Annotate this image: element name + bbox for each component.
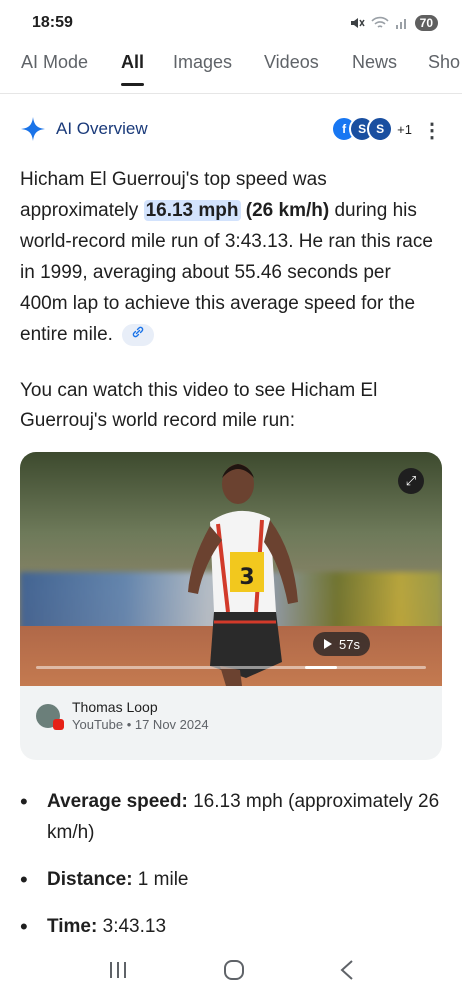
tab-all[interactable]: All [121,52,145,86]
answer-kmh: (26 km/h) [245,200,330,221]
channel-name: Thomas Loop [72,699,158,715]
tab-images[interactable]: Images [173,52,232,73]
link-icon [132,326,144,338]
video-progress-bar[interactable] [36,666,426,669]
summary-list: Average speed: 16.13 mph (approximately … [20,786,440,958]
tab-active-indicator [121,83,145,86]
video-card[interactable]: 3 ⤢ 57s Thomas Loop YouTube • 17 Nov 202… [20,452,442,760]
status-bar: 18:59 70 [0,0,462,46]
youtube-icon [53,719,64,730]
ai-overview-title: AI Overview [56,119,148,138]
play-icon [324,639,333,649]
sources-button[interactable]: f S S +1 [331,116,412,142]
sources-count: +1 [397,121,412,137]
source-link-button[interactable] [122,323,155,346]
ai-overview-header: AI Overview f S S +1 ⋮ [20,112,442,146]
list-item: Distance: 1 mile [20,864,440,895]
list-item: Time: 3:43.13 [20,911,440,942]
recent-apps-icon[interactable] [107,960,129,980]
signal-icon [395,19,406,29]
runner-figure: 3 [188,464,298,686]
more-options-icon[interactable]: ⋮ [422,118,442,143]
tab-news[interactable]: News [352,52,397,73]
battery-indicator: 70 [414,15,438,31]
play-button[interactable]: 57s [313,632,370,656]
list-item: Average speed: 16.13 mph (approximately … [20,786,440,848]
bib-number: 3 [239,565,254,590]
video-duration: 57s [339,636,360,652]
sparkle-icon [21,117,45,141]
tab-ai-mode[interactable]: AI Mode [21,52,88,73]
wifi-icon [371,16,389,28]
status-icons: 70 [349,15,438,31]
ai-overview-answer: Hicham El Guerrouj's top speed was appro… [20,164,440,350]
video-thumbnail[interactable]: 3 ⤢ 57s [20,452,442,686]
home-icon[interactable] [223,959,245,981]
answer-text-continued: during his world-record mile run of 3:43… [20,200,433,345]
video-intro-text: You can watch this video to see Hicham E… [20,380,378,431]
mute-icon [350,18,365,28]
channel-avatar [36,704,64,730]
tab-shopping[interactable]: Sho [428,52,460,73]
search-tabs: AI Mode All Images Videos News Sho [0,46,462,94]
source-logo-icon: S [367,116,394,142]
system-nav-bar [0,940,462,1000]
tab-all-label: All [121,52,145,72]
back-icon[interactable] [339,959,355,981]
video-source-date: YouTube • 17 Nov 2024 [72,717,209,732]
expand-icon[interactable]: ⤢ [398,468,424,494]
answer-highlight-mph: 16.13 mph [143,200,241,221]
video-progress-indicator [304,666,337,669]
tab-videos[interactable]: Videos [264,52,319,73]
video-meta: Thomas Loop YouTube • 17 Nov 2024 [36,698,209,734]
status-time: 18:59 [32,14,73,31]
